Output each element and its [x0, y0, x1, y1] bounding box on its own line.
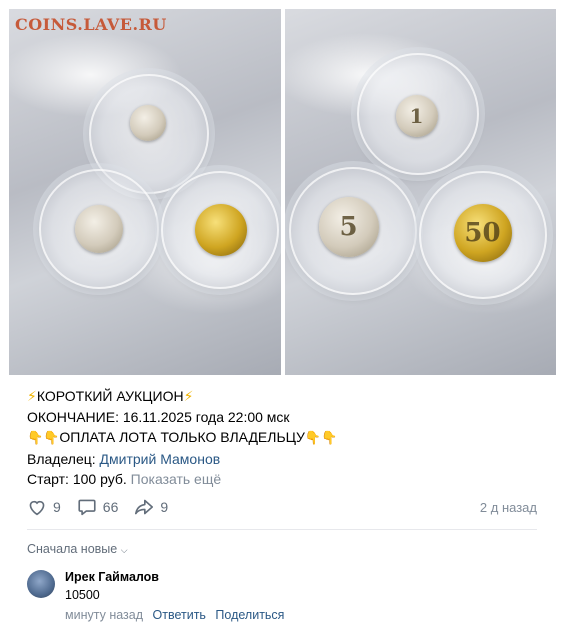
post-line-payment: 👇👇ОПЛАТА ЛОТА ТОЛЬКО ВЛАДЕЛЬЦУ👇👇	[27, 429, 338, 445]
coin-50-kopek	[195, 204, 247, 256]
like-count: 9	[53, 499, 61, 515]
lightning-icon: ⚡	[183, 388, 194, 404]
post-line-auction: ⚡КОРОТКИЙ АУКЦИОН⚡	[27, 388, 194, 404]
post-text: ⚡КОРОТКИЙ АУКЦИОН⚡ ОКОНЧАНИЕ: 16.11.2025…	[27, 386, 547, 490]
post-card: COINS.LAVE.RU 1 5 50 ⚡КОРОТКИЙ АУКЦИОН⚡ …	[0, 0, 568, 625]
post-line-start: Старт: 100 руб. Показать ещё	[27, 471, 222, 487]
heart-icon	[29, 500, 45, 516]
photo-gallery: COINS.LAVE.RU 1 5 50	[9, 9, 556, 375]
watermark: COINS.LAVE.RU	[15, 15, 167, 34]
post-actions: 9 66 9 2 д назад	[27, 496, 537, 518]
comment-sort-dropdown[interactable]: Сначала новые ⌵	[27, 542, 128, 556]
coin-1-kopek: 1	[395, 95, 438, 137]
coin-5-kopek	[75, 205, 123, 253]
comment-text: 10500	[65, 588, 100, 602]
share-arrow-icon	[135, 499, 154, 515]
comment-author[interactable]: Ирек Гаймалов	[65, 570, 159, 584]
pointing-down-icon: 👇👇	[27, 430, 60, 445]
post-time[interactable]: 2 д назад	[480, 500, 537, 515]
post-line-end: ОКОНЧАНИЕ: 16.11.2025 года 22:00 мск	[27, 408, 290, 425]
coin-5-kopek: 5	[318, 197, 379, 257]
comment-button[interactable]: 66	[77, 498, 119, 516]
coin-1-kopek	[130, 105, 166, 141]
share-button[interactable]: 9	[134, 498, 168, 516]
share-link[interactable]: Поделиться	[215, 608, 284, 622]
owner-link[interactable]: Дмитрий Мамонов	[100, 451, 221, 467]
comment-time[interactable]: минуту назад	[65, 608, 143, 622]
comment-icon	[78, 499, 96, 516]
avatar[interactable]	[27, 570, 55, 598]
like-button[interactable]: 9	[27, 498, 61, 516]
divider	[27, 529, 537, 530]
post-line-owner: Владелец: Дмитрий Мамонов	[27, 450, 221, 467]
pointing-down-icon: 👇👇	[304, 430, 338, 445]
show-more-link[interactable]: Показать ещё	[131, 471, 222, 487]
coin-50-kopek: 50	[453, 204, 512, 262]
comment-meta: минуту назад Ответить Поделиться	[65, 608, 284, 622]
reply-link[interactable]: Ответить	[153, 608, 206, 622]
comment-item: Ирек Гаймалов 10500 минуту назад Ответит…	[27, 567, 537, 625]
share-count: 9	[160, 499, 169, 515]
comment-count: 66	[102, 499, 119, 515]
chevron-down-icon: ⌵	[120, 545, 128, 555]
lightning-icon: ⚡	[27, 388, 37, 404]
photo-right[interactable]: 1 5 50	[284, 9, 556, 375]
photo-left[interactable]: COINS.LAVE.RU	[9, 9, 281, 375]
